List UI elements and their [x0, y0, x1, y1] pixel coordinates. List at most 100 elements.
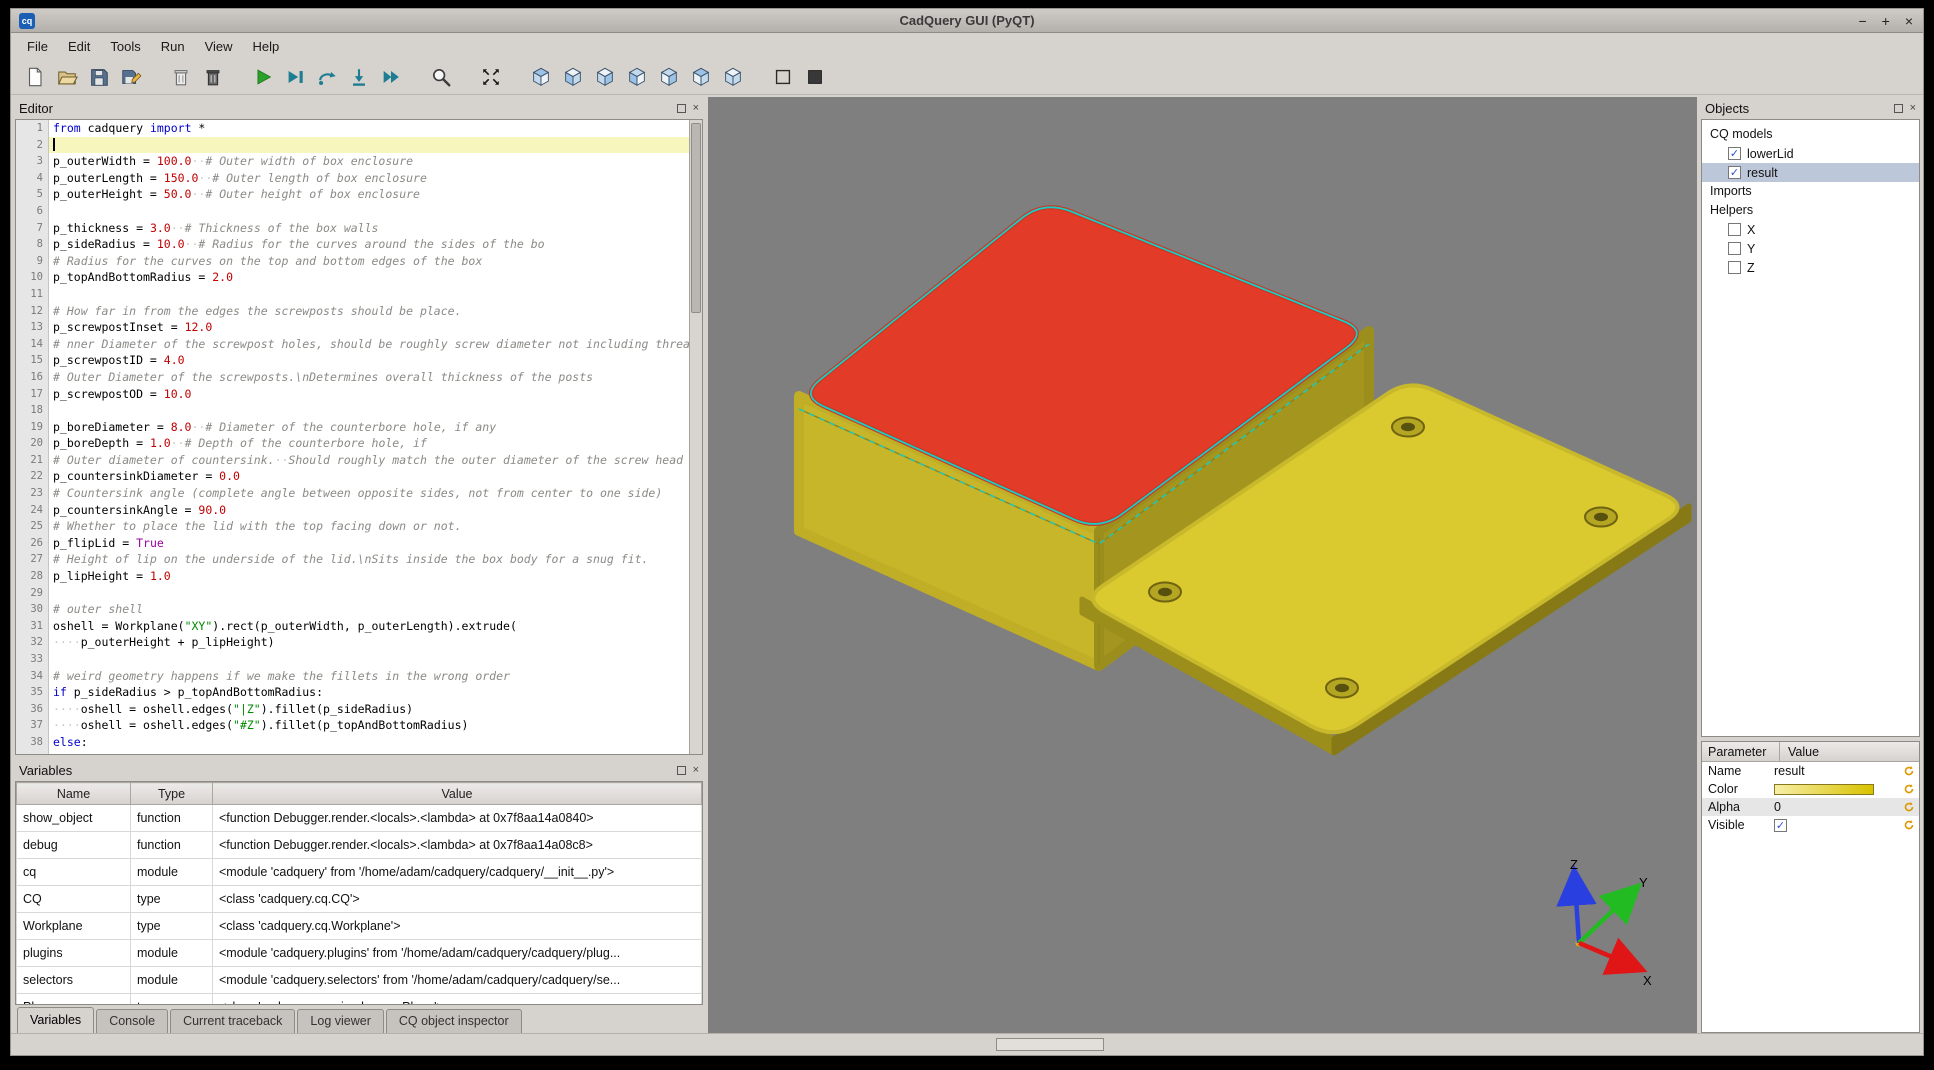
code-line[interactable]: 28p_lipHeight = 1.0	[16, 568, 689, 585]
clear-icon[interactable]	[165, 62, 197, 92]
code-line[interactable]: 32····p_outerHeight + p_lipHeight)	[16, 634, 689, 651]
titlebar[interactable]: cq CadQuery GUI (PyQT) −+×	[11, 9, 1923, 33]
view-back-icon[interactable]	[589, 62, 621, 92]
table-row[interactable]: debugfunction<function Debugger.render.<…	[17, 832, 702, 859]
view-iso-icon[interactable]	[525, 62, 557, 92]
wireframe-icon[interactable]	[767, 62, 799, 92]
code-line[interactable]: 17p_screwpostOD = 10.0	[16, 386, 689, 403]
menu-run[interactable]: Run	[151, 36, 195, 57]
code-line[interactable]: 4p_outerLength = 150.0··# Outer length o…	[16, 170, 689, 187]
menu-file[interactable]: File	[17, 36, 58, 57]
view-front-icon[interactable]	[557, 62, 589, 92]
viewport-3d[interactable]: Z Y X	[708, 97, 1697, 1033]
editor-close-icon[interactable]: ×	[693, 103, 699, 113]
reset-icon[interactable]	[1899, 783, 1919, 795]
code-line[interactable]: 15p_screwpostID = 4.0	[16, 352, 689, 369]
objects-group-imports[interactable]: Imports	[1702, 182, 1919, 201]
objects-group-cq-models[interactable]: CQ models	[1702, 125, 1919, 144]
table-row[interactable]: CQtype<class 'cadquery.cq.CQ'>	[17, 886, 702, 913]
code-line[interactable]: 33	[16, 651, 689, 668]
save-icon[interactable]	[83, 62, 115, 92]
code-line[interactable]: 3p_outerWidth = 100.0··# Outer width of …	[16, 153, 689, 170]
code-line[interactable]: 5p_outerHeight = 50.0··# Outer height of…	[16, 186, 689, 203]
table-row[interactable]: Workplanetype<class 'cadquery.cq.Workpla…	[17, 913, 702, 940]
menu-tools[interactable]: Tools	[100, 36, 150, 57]
tab-console[interactable]: Console	[96, 1009, 168, 1033]
checkbox[interactable]	[1728, 242, 1741, 255]
tab-current-traceback[interactable]: Current traceback	[170, 1009, 295, 1033]
editor-scrollbar[interactable]	[689, 120, 702, 754]
code-line[interactable]: 7p_thickness = 3.0··# Thickness of the b…	[16, 220, 689, 237]
code-area[interactable]: 1from cadquery import *2 3p_outerWidth =…	[16, 120, 689, 754]
debug-icon[interactable]	[279, 62, 311, 92]
step-into-icon[interactable]	[343, 62, 375, 92]
table-row[interactable]: pluginsmodule<module 'cadquery.plugins' …	[17, 940, 702, 967]
variables-close-icon[interactable]: ×	[693, 765, 699, 775]
code-line[interactable]: 36····oshell = oshell.edges("|Z").fillet…	[16, 701, 689, 718]
code-line[interactable]: 16# Outer Diameter of the screwposts.\nD…	[16, 369, 689, 386]
objects-item-result[interactable]: ✓result	[1702, 163, 1919, 182]
code-line[interactable]: 27# Height of lip on the underside of th…	[16, 551, 689, 568]
code-line[interactable]: 34# weird geometry happens if we make th…	[16, 668, 689, 685]
code-line[interactable]: 12# How far in from the edges the screwp…	[16, 303, 689, 320]
code-line[interactable]: 9# Radius for the curves on the top and …	[16, 253, 689, 270]
tab-cq-object-inspector[interactable]: CQ object inspector	[386, 1009, 522, 1033]
editor-float-icon[interactable]	[677, 104, 686, 113]
delete-icon[interactable]	[197, 62, 229, 92]
zoom-icon[interactable]	[425, 62, 457, 92]
close-button[interactable]: ×	[1905, 9, 1913, 33]
column-header-name[interactable]: Name	[17, 783, 131, 805]
view-right-icon[interactable]	[653, 62, 685, 92]
code-line[interactable]: 20p_boreDepth = 1.0··# Depth of the coun…	[16, 435, 689, 452]
tab-log-viewer[interactable]: Log viewer	[297, 1009, 383, 1033]
code-editor[interactable]: 1from cadquery import *2 3p_outerWidth =…	[15, 119, 703, 755]
code-line[interactable]: 25# Whether to place the lid with the to…	[16, 518, 689, 535]
maximize-button[interactable]: +	[1882, 9, 1890, 33]
code-line[interactable]: 38else:	[16, 734, 689, 751]
checkbox[interactable]	[1728, 261, 1741, 274]
param-value[interactable]: ✓	[1774, 819, 1899, 832]
param-column-value[interactable]: Value	[1780, 742, 1919, 761]
code-line[interactable]: 29	[16, 585, 689, 602]
shaded-icon[interactable]	[799, 62, 831, 92]
table-row[interactable]: show_objectfunction<function Debugger.re…	[17, 805, 702, 832]
continue-icon[interactable]	[375, 62, 407, 92]
tab-variables[interactable]: Variables	[17, 1007, 94, 1033]
menu-help[interactable]: Help	[243, 36, 290, 57]
color-swatch[interactable]	[1774, 784, 1874, 795]
menu-edit[interactable]: Edit	[58, 36, 100, 57]
checkbox[interactable]: ✓	[1774, 819, 1787, 832]
code-line[interactable]: 24p_countersinkAngle = 90.0	[16, 502, 689, 519]
objects-item-z[interactable]: Z	[1702, 258, 1919, 277]
code-line[interactable]: 19p_boreDiameter = 8.0··# Diameter of th…	[16, 419, 689, 436]
reset-icon[interactable]	[1899, 801, 1919, 813]
objects-close-icon[interactable]: ×	[1910, 103, 1916, 113]
view-left-icon[interactable]	[621, 62, 653, 92]
code-line[interactable]: 31oshell = Workplane("XY").rect(p_outerW…	[16, 618, 689, 635]
code-line[interactable]: 14# nner Diameter of the screwpost holes…	[16, 336, 689, 353]
code-line[interactable]: 6	[16, 203, 689, 220]
code-line[interactable]: 35if p_sideRadius > p_topAndBottomRadius…	[16, 684, 689, 701]
step-over-icon[interactable]	[311, 62, 343, 92]
param-column-parameter[interactable]: Parameter	[1702, 742, 1780, 761]
editor-scrollbar-thumb[interactable]	[691, 123, 701, 313]
code-line[interactable]: 13p_screwpostInset = 12.0	[16, 319, 689, 336]
code-line[interactable]: 10p_topAndBottomRadius = 2.0	[16, 269, 689, 286]
code-line[interactable]: 39····oshell = oshell.edges("#Z").fillet…	[16, 751, 689, 754]
objects-item-x[interactable]: X	[1702, 220, 1919, 239]
view-top-icon[interactable]	[685, 62, 717, 92]
code-line[interactable]: 30# outer shell	[16, 601, 689, 618]
code-line[interactable]: 2	[16, 137, 689, 154]
table-row[interactable]: cqmodule<module 'cadquery' from '/home/a…	[17, 859, 702, 886]
view-bottom-icon[interactable]	[717, 62, 749, 92]
code-line[interactable]: 21# Outer diameter of countersink.··Shou…	[16, 452, 689, 469]
menu-view[interactable]: View	[195, 36, 243, 57]
code-line[interactable]: 26p_flipLid = True	[16, 535, 689, 552]
minimize-button[interactable]: −	[1858, 9, 1866, 33]
save-as-icon[interactable]	[115, 62, 147, 92]
checkbox[interactable]: ✓	[1728, 166, 1741, 179]
objects-item-y[interactable]: Y	[1702, 239, 1919, 258]
table-row[interactable]: selectorsmodule<module 'cadquery.selecto…	[17, 967, 702, 994]
param-value[interactable]: 0	[1774, 800, 1899, 814]
column-header-type[interactable]: Type	[131, 783, 213, 805]
